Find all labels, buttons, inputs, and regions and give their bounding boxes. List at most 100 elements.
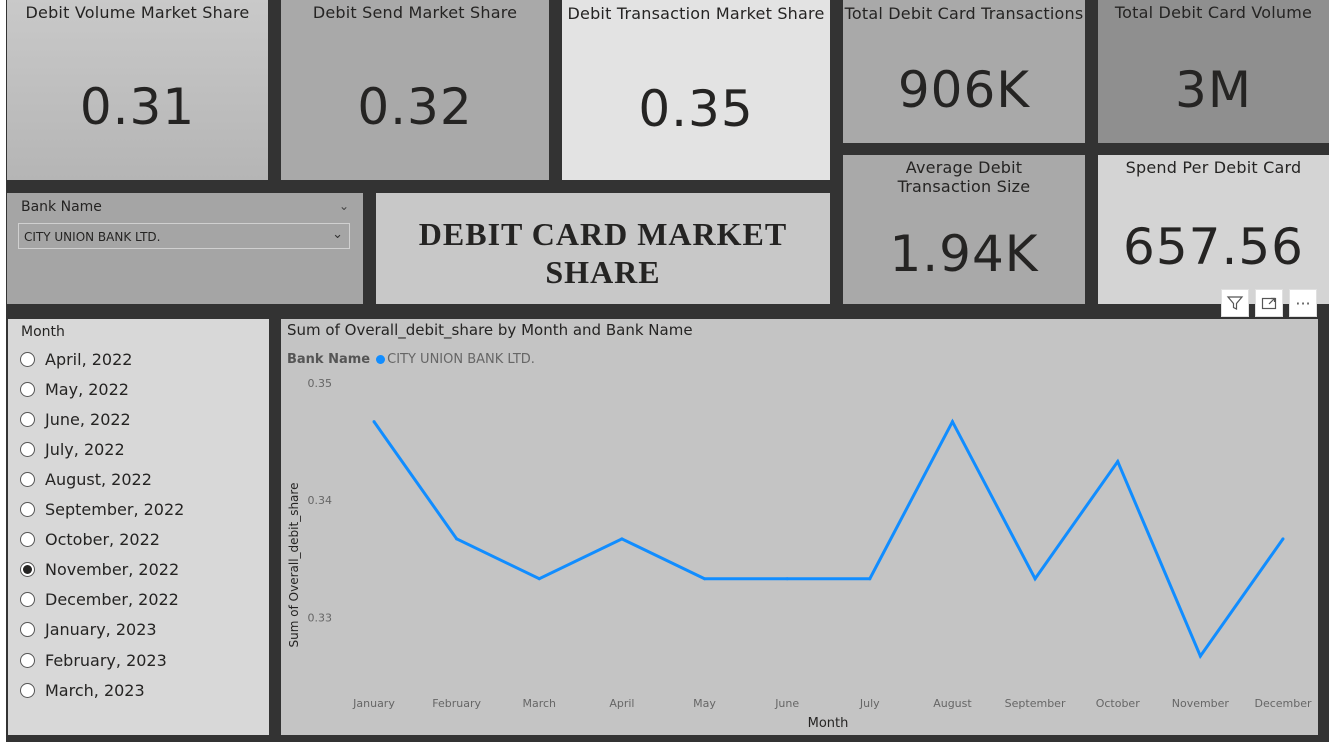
focus-mode-icon[interactable] (1255, 289, 1283, 317)
month-option[interactable]: February, 2023 (20, 647, 167, 673)
more-options-icon[interactable]: ··· (1289, 289, 1317, 317)
x-tick-label: August (933, 697, 972, 710)
x-axis-title: Month (808, 716, 849, 731)
card-title: Debit Transaction Market Share (567, 4, 825, 23)
card-total-debit-transactions[interactable]: Total Debit Card Transactions 906K (843, 0, 1085, 143)
month-option-label: November, 2022 (45, 560, 180, 580)
x-tick-label: February (432, 697, 481, 710)
x-tick-label: July (859, 697, 880, 710)
slicer-label: Bank Name (21, 199, 102, 215)
x-tick-label: April (609, 697, 634, 710)
month-option-label: June, 2022 (45, 409, 131, 429)
y-tick-label: 0.35 (308, 377, 333, 390)
report-title-box: DEBIT CARD MARKET SHARE (376, 193, 830, 304)
month-option[interactable]: January, 2023 (20, 617, 157, 643)
card-debit-transaction-share[interactable]: Debit Transaction Market Share 0.35 (562, 0, 830, 180)
card-average-transaction-size[interactable]: Average Debit Transaction Size 1.94K (843, 155, 1085, 304)
radio-button[interactable] (20, 682, 35, 698)
month-option-label: July, 2022 (45, 439, 125, 459)
bank-name-dropdown[interactable]: CITY UNION BANK LTD. ⌄ (18, 223, 350, 249)
data-point[interactable] (1033, 577, 1037, 581)
month-option[interactable]: August, 2022 (20, 466, 152, 492)
x-tick-label: December (1254, 697, 1312, 710)
card-title: Average Debit Transaction Size (897, 158, 1031, 196)
slicer-label: Month (21, 324, 65, 340)
month-option-label: March, 2023 (45, 680, 145, 700)
month-option-label: December, 2022 (45, 590, 179, 610)
y-axis-title: Sum of Overall_debit_share (287, 483, 301, 648)
month-option[interactable]: July, 2022 (20, 436, 125, 462)
month-option[interactable]: June, 2022 (20, 406, 131, 432)
radio-button[interactable] (20, 441, 35, 457)
card-title: Total Debit Card Volume (1114, 3, 1313, 22)
card-title: Debit Volume Market Share (25, 3, 250, 22)
card-value: 0.32 (357, 78, 473, 136)
radio-button[interactable] (20, 381, 35, 397)
bank-name-slicer: Bank Name ⌄ CITY UNION BANK LTD. ⌄ (7, 193, 363, 304)
x-tick-label: September (1005, 697, 1066, 710)
card-value: 0.31 (79, 78, 196, 136)
radio-button[interactable] (20, 532, 35, 548)
data-point[interactable] (868, 577, 872, 581)
card-debit-volume-share[interactable]: Debit Volume Market Share 0.31 (7, 0, 268, 180)
month-option[interactable]: November, 2022 (20, 557, 179, 583)
month-option[interactable]: September, 2022 (20, 497, 184, 523)
data-point[interactable] (372, 420, 376, 424)
y-tick-label: 0.34 (308, 494, 333, 507)
card-title: Debit Send Market Share (312, 3, 518, 22)
radio-button[interactable] (20, 622, 35, 638)
data-point[interactable] (1116, 460, 1120, 464)
month-option-label: September, 2022 (45, 500, 185, 519)
card-value: 1.94K (889, 225, 1039, 283)
month-option[interactable]: December, 2022 (20, 587, 179, 613)
radio-button[interactable] (20, 471, 35, 487)
month-option-label: February, 2023 (45, 650, 167, 670)
month-option-label: January, 2023 (45, 620, 157, 640)
month-option[interactable]: March, 2023 (20, 677, 145, 703)
filter-icon[interactable] (1221, 289, 1249, 317)
data-point[interactable] (785, 577, 789, 581)
month-option[interactable]: October, 2022 (20, 527, 160, 553)
data-point[interactable] (455, 537, 459, 541)
month-option-label: August, 2022 (45, 469, 152, 489)
month-option-label: May, 2022 (45, 379, 129, 399)
x-tick-label: June (774, 697, 799, 710)
data-point[interactable] (620, 537, 624, 541)
card-title: Spend Per Debit Card (1125, 158, 1302, 177)
card-value: 906K (897, 61, 1031, 119)
series-line[interactable] (372, 418, 1285, 660)
data-point[interactable] (950, 420, 954, 424)
chevron-down-icon: ⌄ (332, 227, 343, 242)
card-debit-send-share[interactable]: Debit Send Market Share 0.32 (281, 0, 549, 180)
x-tick-label: November (1172, 697, 1230, 710)
data-point[interactable] (1198, 654, 1202, 658)
radio-button[interactable] (20, 502, 35, 517)
card-value: 0.35 (638, 80, 754, 138)
month-option[interactable]: May, 2022 (20, 376, 129, 402)
card-value: 657.56 (1123, 218, 1304, 276)
x-tick-label: October (1096, 697, 1140, 710)
radio-button[interactable] (20, 592, 35, 608)
line-chart-visual[interactable]: Sum of Overall_debit_share by Month and … (281, 319, 1318, 735)
x-tick-label: March (522, 697, 556, 710)
card-spend-per-debit-card[interactable]: Spend Per Debit Card 657.56 (1098, 155, 1329, 304)
more-options-label: ··· (1295, 293, 1311, 313)
month-option-label: October, 2022 (45, 530, 160, 550)
radio-button[interactable] (20, 351, 35, 367)
month-slicer: Month April, 2022 May, 2022 June, 2022 July… (8, 319, 269, 735)
radio-button[interactable] (20, 411, 35, 427)
data-point[interactable] (537, 577, 541, 581)
radio-button[interactable] (20, 652, 35, 668)
canvas-margin (0, 0, 6, 742)
month-option[interactable]: April, 2022 (20, 346, 132, 372)
data-point[interactable] (1281, 537, 1285, 541)
x-tick-label: January (352, 697, 395, 710)
month-option-label: April, 2022 (45, 349, 133, 369)
card-title: Total Debit Card Transactions (844, 4, 1084, 23)
chevron-down-icon[interactable]: ⌄ (339, 199, 349, 213)
data-point[interactable] (703, 577, 707, 581)
line-chart-plot: 0.35 0.34 0.33 January February March April May… (287, 377, 1312, 731)
card-total-debit-volume[interactable]: Total Debit Card Volume 3M (1098, 0, 1329, 143)
report-title: DEBIT CARD MARKET SHARE (418, 216, 788, 290)
radio-button[interactable] (20, 562, 35, 578)
